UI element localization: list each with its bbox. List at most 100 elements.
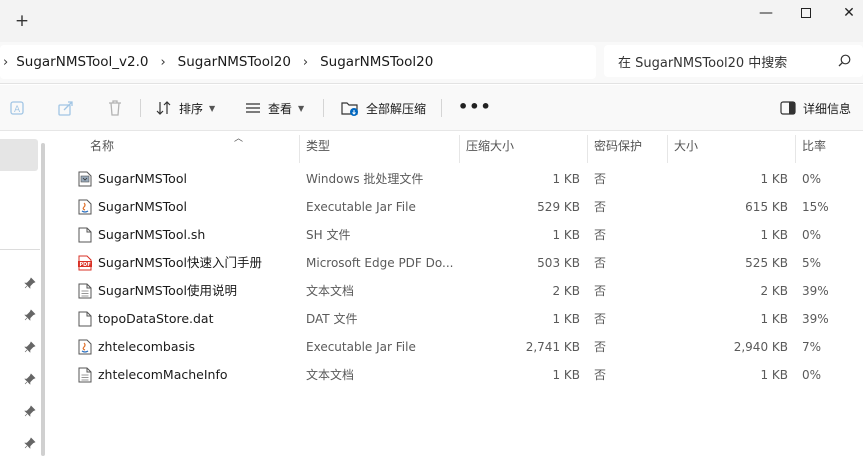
sort-label: 排序 xyxy=(179,101,204,116)
file-name: zhtelecomMacheInfo xyxy=(98,367,228,382)
file-name: SugarNMSTool使用说明 xyxy=(98,283,237,298)
toolbar-divider xyxy=(323,99,324,117)
file-type: Executable Jar File xyxy=(306,340,416,354)
pdf-file-icon: PDF xyxy=(78,255,92,271)
file-type: Windows 批处理文件 xyxy=(306,172,424,186)
file-row[interactable]: PDF SugarNMSTool快速入门手册 Microsoft Edge PDF … xyxy=(48,249,863,277)
batch-file-icon xyxy=(78,171,92,187)
more-options-button[interactable]: ••• xyxy=(458,97,492,116)
file-type: Microsoft Edge PDF Do... xyxy=(306,256,454,270)
file-password-protected: 否 xyxy=(594,200,607,214)
chevron-down-icon: ▼ xyxy=(298,103,305,113)
file-password-protected: 否 xyxy=(594,172,607,186)
jar-file-icon xyxy=(78,339,92,355)
file-password-protected: 否 xyxy=(594,312,607,326)
pin-icon[interactable] xyxy=(24,405,36,417)
generic-file-icon xyxy=(78,227,92,243)
column-header-name[interactable]: 名称 xyxy=(84,135,300,163)
file-size: 525 KB xyxy=(745,256,788,270)
file-size: 1 KB xyxy=(760,228,788,242)
rename-icon[interactable]: A xyxy=(9,99,27,117)
file-size: 2 KB xyxy=(760,284,788,298)
toolbar-divider xyxy=(140,99,141,117)
address-row: › SugarNMSTool_v2.0 › SugarNMSTool20 › S… xyxy=(0,42,863,84)
column-header-password[interactable]: 密码保护 xyxy=(588,135,668,163)
file-compressed-size: 1 KB xyxy=(552,368,580,382)
nav-scrollbar[interactable] xyxy=(41,143,45,456)
file-row[interactable]: SugarNMSTool Executable Jar File 529 KB 否 61… xyxy=(48,193,863,221)
details-label: 详细信息 xyxy=(803,101,852,116)
file-name: topoDataStore.dat xyxy=(98,311,214,326)
pin-icon[interactable] xyxy=(24,341,36,353)
file-password-protected: 否 xyxy=(594,368,607,382)
file-list: ︿ 名称 类型 压缩大小 密码保护 大小 比率 SugarNMSTool Wind… xyxy=(48,131,863,456)
search-icon[interactable] xyxy=(838,54,851,67)
file-name: SugarNMSTool快速入门手册 xyxy=(98,255,262,270)
search-input[interactable]: 在 SugarNMSTool20 中搜索 xyxy=(604,45,863,77)
pin-icon[interactable] xyxy=(24,277,36,289)
file-ratio: 39% xyxy=(802,312,829,326)
nav-selected-item[interactable] xyxy=(0,139,38,171)
file-type: Executable Jar File xyxy=(306,200,416,214)
file-size: 615 KB xyxy=(745,200,788,214)
file-compressed-size: 2 KB xyxy=(552,284,580,298)
file-row[interactable]: SugarNMSTool Windows 批处理文件 1 KB 否 1 KB 0% xyxy=(48,165,863,193)
column-header-row: 名称 类型 压缩大小 密码保护 大小 比率 xyxy=(48,135,863,163)
maximize-icon xyxy=(801,8,811,18)
share-icon[interactable] xyxy=(57,99,75,117)
file-password-protected: 否 xyxy=(594,284,607,298)
file-row[interactable]: SugarNMSTool使用说明 文本文档 2 KB 否 2 KB 39% xyxy=(48,277,863,305)
breadcrumb-item[interactable]: SugarNMSTool20 xyxy=(320,54,433,70)
file-size: 1 KB xyxy=(760,172,788,186)
view-icon xyxy=(246,103,260,113)
pin-icon[interactable] xyxy=(24,437,36,449)
file-type: 文本文档 xyxy=(306,284,355,298)
details-pane-button[interactable]: 详细信息 xyxy=(780,97,851,119)
new-tab-button[interactable]: + xyxy=(10,10,34,32)
jar-file-icon xyxy=(78,199,92,215)
maximize-button[interactable] xyxy=(783,0,829,28)
svg-text:A: A xyxy=(14,105,21,115)
file-row[interactable]: zhtelecombasis Executable Jar File 2,741 K… xyxy=(48,333,863,361)
column-header-ratio[interactable]: 比率 xyxy=(796,135,863,163)
column-header-size[interactable]: 大小 xyxy=(668,135,796,163)
sort-button[interactable]: 排序 ▼ xyxy=(156,97,215,119)
file-name: SugarNMSTool xyxy=(98,199,187,214)
file-password-protected: 否 xyxy=(594,256,607,270)
file-row[interactable]: SugarNMSTool.sh SH 文件 1 KB 否 1 KB 0% xyxy=(48,221,863,249)
file-compressed-size: 503 KB xyxy=(537,256,580,270)
file-ratio: 0% xyxy=(802,368,822,382)
column-header-compressed-size[interactable]: 压缩大小 xyxy=(460,135,588,163)
column-header-type[interactable]: 类型 xyxy=(300,135,460,163)
chevron-right-icon: › xyxy=(160,54,166,70)
nav-divider xyxy=(0,249,40,250)
file-ratio: 39% xyxy=(802,284,829,298)
extract-all-button[interactable]: 全部解压缩 xyxy=(341,97,426,119)
breadcrumb-item[interactable]: SugarNMSTool20 xyxy=(178,54,291,70)
address-bar[interactable]: › SugarNMSTool_v2.0 › SugarNMSTool20 › S… xyxy=(0,45,596,79)
view-label: 查看 xyxy=(268,101,293,116)
sort-icon xyxy=(156,101,171,115)
file-size: 1 KB xyxy=(760,312,788,326)
file-row[interactable]: topoDataStore.dat DAT 文件 1 KB 否 1 KB 39% xyxy=(48,305,863,333)
file-size: 1 KB xyxy=(760,368,788,382)
file-name: SugarNMSTool xyxy=(98,171,187,186)
file-compressed-size: 1 KB xyxy=(552,172,580,186)
breadcrumb-item[interactable]: SugarNMSTool_v2.0 xyxy=(16,54,148,70)
pin-icon[interactable] xyxy=(24,309,36,321)
pin-icon[interactable] xyxy=(24,373,36,385)
file-compressed-size: 1 KB xyxy=(552,228,580,242)
close-button[interactable]: ✕ xyxy=(826,0,863,28)
search-placeholder: 在 SugarNMSTool20 中搜索 xyxy=(618,55,788,71)
file-compressed-size: 2,741 KB xyxy=(525,340,580,354)
text-file-icon xyxy=(78,367,92,383)
delete-icon[interactable] xyxy=(106,99,124,117)
file-type: SH 文件 xyxy=(306,228,351,242)
file-type: 文本文档 xyxy=(306,368,355,382)
file-ratio: 0% xyxy=(802,172,822,186)
file-row[interactable]: zhtelecomMacheInfo 文本文档 1 KB 否 1 KB 0% xyxy=(48,361,863,389)
file-ratio: 7% xyxy=(802,340,822,354)
svg-text:PDF: PDF xyxy=(80,262,91,268)
details-pane-icon xyxy=(780,101,796,115)
view-button[interactable]: 查看 ▼ xyxy=(245,97,304,119)
